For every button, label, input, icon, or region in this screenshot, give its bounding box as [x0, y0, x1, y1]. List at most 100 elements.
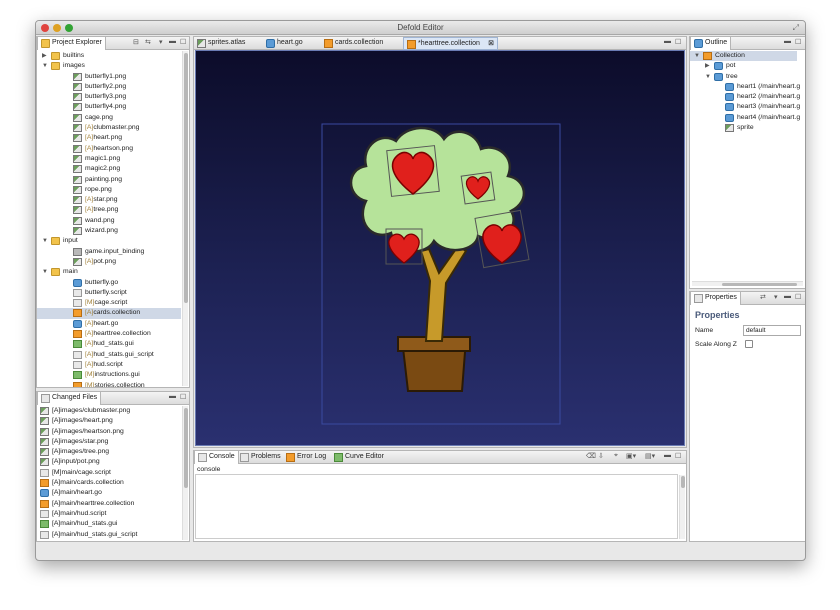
editor-tab[interactable]: heart.go [263, 37, 320, 50]
project-tree-item[interactable]: painting.png [37, 175, 181, 185]
outline-item[interactable]: ▶ pot [690, 61, 797, 71]
view-menu-icon[interactable]: ▾ [774, 293, 778, 301]
project-tree-item[interactable]: [M]instructions.gui [37, 370, 181, 380]
maximize-icon[interactable]: ☐ [795, 38, 801, 46]
changed-file-item[interactable]: [A]images/tree.png [37, 447, 181, 457]
project-tree-item[interactable]: [A]heart.go [37, 319, 181, 329]
scroll-thumb[interactable] [184, 53, 188, 303]
changed-file-item[interactable]: [A]main/heart.go [37, 488, 181, 498]
pin-properties-icon[interactable]: ⇄ [760, 293, 766, 301]
close-tab-icon[interactable]: ⊠ [488, 38, 494, 50]
editor-tab[interactable]: *hearttree.collection ⊠ [403, 37, 498, 50]
maximize-icon[interactable]: ☐ [675, 38, 681, 46]
outline-item[interactable]: sprite [690, 123, 797, 133]
expanded-twisty-icon[interactable]: ▼ [694, 51, 700, 61]
scroll-thumb[interactable] [722, 283, 797, 286]
project-tree-item[interactable]: [A]heartson.png [37, 144, 181, 154]
project-tree-item[interactable]: ▼ main [37, 267, 181, 277]
expanded-twisty-icon[interactable]: ▼ [42, 61, 48, 71]
outline-item[interactable]: heart1 (/main/heart.g [690, 82, 800, 92]
project-tree-item[interactable]: magic1.png [37, 154, 181, 164]
project-tree-item[interactable]: butterfly4.png [37, 102, 181, 112]
project-tree-item[interactable]: [A]hud_stats.gui [37, 339, 181, 349]
outline-item[interactable]: heart2 (/main/heart.g [690, 92, 800, 102]
clear-console-icon[interactable]: ⌫ [586, 452, 596, 460]
console-scrollbar[interactable] [679, 475, 685, 539]
changed-file-item[interactable]: [A]main/hud.script [37, 509, 181, 519]
changed-file-item[interactable]: [M]main/cage.script [37, 468, 181, 478]
scroll-thumb[interactable] [681, 476, 685, 488]
project-tree-item[interactable]: wand.png [37, 216, 181, 226]
project-tree-item[interactable]: [A]hearttree.collection [37, 329, 181, 339]
minimize-icon[interactable]: ▬ [169, 393, 176, 400]
project-tree-item[interactable]: butterfly.script [37, 288, 181, 298]
expanded-twisty-icon[interactable]: ▼ [42, 267, 48, 277]
project-tree-item[interactable]: ▶ builtins [37, 51, 181, 61]
display-console-icon[interactable]: ▣▾ [626, 452, 636, 460]
minimize-icon[interactable]: ▬ [169, 38, 176, 45]
project-tree-item[interactable]: rope.png [37, 185, 181, 195]
pot-sprite[interactable] [397, 336, 471, 392]
console-output[interactable] [195, 474, 678, 539]
project-tree-item[interactable]: [A]tree.png [37, 205, 181, 215]
minimize-icon[interactable]: ▬ [664, 38, 671, 45]
bottom-tab[interactable]: Curve Editor [331, 451, 387, 464]
tab-properties[interactable]: Properties [690, 292, 741, 305]
project-tree-item[interactable]: cage.png [37, 113, 181, 123]
tab-changed-files[interactable]: Changed Files [37, 392, 102, 405]
minimize-icon[interactable]: ▬ [784, 38, 791, 45]
project-tree-item[interactable]: [A]hud_stats.gui_script [37, 350, 181, 360]
project-tree-item[interactable]: butterfly.go [37, 278, 181, 288]
editor-tab[interactable]: cards.collection [321, 37, 402, 50]
project-tree-item[interactable]: game.input_binding [37, 247, 181, 257]
changed-file-item[interactable]: [A]main/hud_stats.gui_script [37, 530, 181, 540]
changed-files-scrollbar[interactable] [182, 406, 188, 540]
changed-file-item[interactable]: [A]main/hearttree.collection [37, 499, 181, 509]
project-tree-item[interactable]: magic2.png [37, 164, 181, 174]
minimize-icon[interactable]: ▬ [784, 293, 791, 300]
scroll-thumb[interactable] [184, 408, 188, 488]
maximize-icon[interactable]: ☐ [180, 38, 186, 46]
project-tree-item[interactable]: wizard.png [37, 226, 181, 236]
changed-file-item[interactable]: [A]images/heart.png [37, 416, 181, 426]
fullscreen-icon[interactable]: ⤢ [793, 23, 799, 33]
expanded-twisty-icon[interactable]: ▼ [42, 236, 48, 246]
changed-file-item[interactable]: [A]main/cards.collection [37, 478, 181, 488]
project-tree-item[interactable]: [A]heart.png [37, 133, 181, 143]
collapsed-twisty-icon[interactable]: ▶ [42, 51, 48, 61]
project-scrollbar[interactable] [182, 51, 188, 386]
outline-item[interactable]: ▼ Collection [690, 51, 797, 62]
minimize-icon[interactable]: ▬ [664, 452, 671, 459]
link-editor-icon[interactable]: ⇆ [145, 38, 151, 46]
outline-item[interactable]: heart3 (/main/heart.g [690, 102, 800, 112]
project-tree-item[interactable]: ▼ input [37, 236, 181, 246]
project-tree-item[interactable]: [A]pot.png [37, 257, 181, 267]
maximize-icon[interactable]: ☐ [795, 293, 801, 301]
project-tree-item[interactable]: ▼ images [37, 61, 181, 71]
view-menu-icon[interactable]: ▾ [159, 38, 163, 46]
scene-viewport[interactable] [195, 50, 685, 446]
project-tree-item[interactable]: [M]stories.collection [37, 381, 181, 387]
maximize-icon[interactable]: ☐ [180, 393, 186, 401]
changed-file-item[interactable]: [A]images/heartson.png [37, 427, 181, 437]
project-tree-item[interactable]: [M]cage.script [37, 298, 181, 308]
collapsed-twisty-icon[interactable]: ▶ [705, 61, 711, 71]
outline-hscrollbar[interactable] [692, 281, 803, 286]
changed-file-item[interactable]: [A]images/clubmaster.png [37, 406, 181, 416]
project-tree-item[interactable]: [A]cards.collection [37, 308, 181, 319]
project-tree-item[interactable]: butterfly2.png [37, 82, 181, 92]
scroll-lock-icon[interactable]: ⇩ [598, 452, 604, 460]
project-tree-item[interactable]: butterfly1.png [37, 72, 181, 82]
tab-project-explorer[interactable]: Project Explorer [37, 37, 106, 50]
outline-item[interactable]: heart4 (/main/heart.g [690, 113, 800, 123]
changed-file-item[interactable]: [A]input/pot.png [37, 457, 181, 467]
changed-file-item[interactable]: [A]main/hud_stats.gui [37, 519, 181, 529]
project-tree-item[interactable]: [A]clubmaster.png [37, 123, 181, 133]
bottom-tab[interactable]: Error Log [283, 451, 329, 464]
pin-console-icon[interactable]: ⌖ [614, 452, 618, 460]
changed-file-item[interactable]: [A]images/star.png [37, 437, 181, 447]
scale-along-z-checkbox[interactable] [745, 340, 753, 348]
bottom-tab[interactable]: Console [194, 451, 239, 464]
expanded-twisty-icon[interactable]: ▼ [705, 72, 711, 82]
bottom-tab[interactable]: Problems [237, 451, 284, 464]
